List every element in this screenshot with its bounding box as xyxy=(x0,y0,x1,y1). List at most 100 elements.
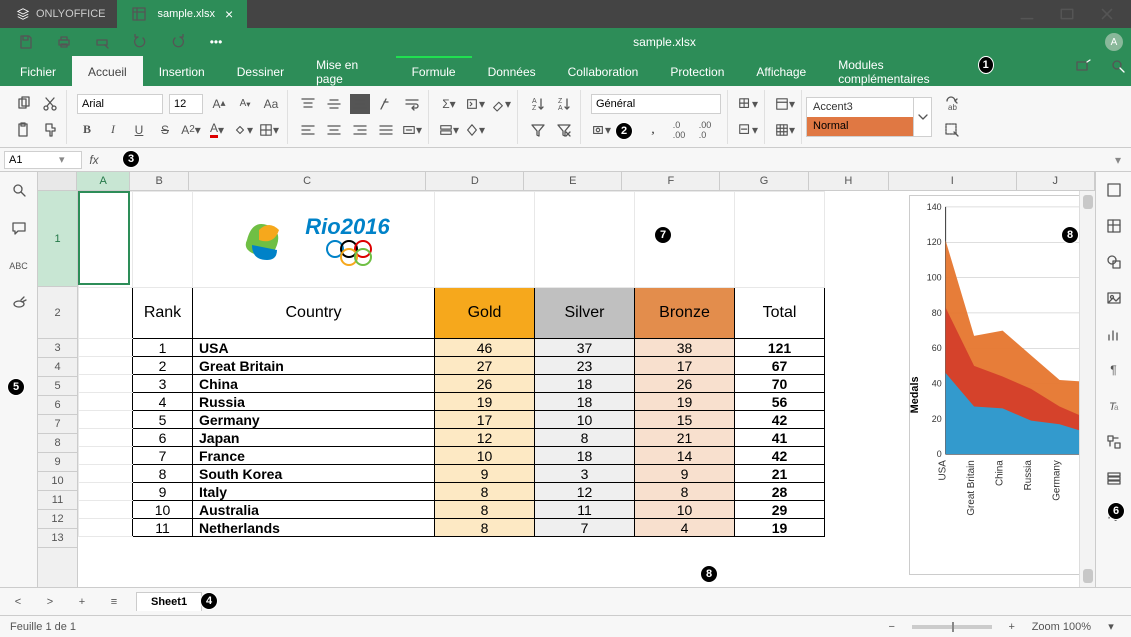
pivot-settings-icon[interactable] xyxy=(1104,432,1124,452)
name-box[interactable]: ▾ xyxy=(4,151,82,169)
table-row[interactable]: 9Italy812828 xyxy=(79,483,825,501)
fill-icon[interactable]: ▾ xyxy=(465,94,485,114)
column-header-H[interactable]: H xyxy=(809,172,889,190)
change-case-icon[interactable]: Aa xyxy=(261,94,281,114)
select-all-icon[interactable] xyxy=(942,120,962,140)
redo-icon[interactable] xyxy=(170,34,186,50)
ribbon-tab-formule[interactable]: Formule xyxy=(396,56,472,86)
zoom-in-button[interactable]: + xyxy=(1002,617,1022,637)
feedback-icon[interactable] xyxy=(9,294,29,314)
header-bronze[interactable]: Bronze xyxy=(635,288,735,339)
table-row[interactable]: 8South Korea93921 xyxy=(79,465,825,483)
ribbon-tab-données[interactable]: Données xyxy=(472,56,552,86)
open-location-icon[interactable] xyxy=(1074,56,1092,76)
format-as-table-icon[interactable]: ▾ xyxy=(775,120,795,140)
paste-icon[interactable] xyxy=(14,120,34,140)
row-header-8[interactable]: 8 xyxy=(38,434,77,453)
column-header-C[interactable]: C xyxy=(189,172,426,190)
column-header-B[interactable]: B xyxy=(130,172,189,190)
maximize-button[interactable] xyxy=(1047,0,1087,28)
named-ranges-icon[interactable]: ▾ xyxy=(439,120,459,140)
cell-reference-input[interactable] xyxy=(5,154,59,166)
insert-cells-icon[interactable]: ▾ xyxy=(738,94,758,114)
table-row[interactable]: 1USA463738121 xyxy=(79,339,825,357)
chart-settings-icon[interactable] xyxy=(1104,324,1124,344)
column-header-J[interactable]: J xyxy=(1017,172,1095,190)
row-header-13[interactable]: 13 xyxy=(38,529,77,548)
image-settings-icon[interactable] xyxy=(1104,288,1124,308)
embedded-chart[interactable]: 020406080100120140 USAGreat BritainChina… xyxy=(909,195,1095,575)
clear-filter-icon[interactable] xyxy=(554,120,574,140)
increase-font-icon[interactable]: A▴ xyxy=(209,94,229,114)
borders-icon[interactable]: ▾ xyxy=(259,120,279,140)
underline-icon[interactable]: U xyxy=(129,120,149,140)
textart-settings-icon[interactable]: Ta xyxy=(1104,396,1124,416)
orientation-icon[interactable] xyxy=(376,94,396,114)
row-header-3[interactable]: 3 xyxy=(38,339,77,358)
comma-icon[interactable]: , xyxy=(643,120,663,140)
conditional-format-icon[interactable]: ▾ xyxy=(465,120,485,140)
style-normal[interactable]: Normal xyxy=(807,117,913,136)
ribbon-tab-accueil[interactable]: Accueil xyxy=(72,56,143,86)
close-tab-icon[interactable]: × xyxy=(225,6,233,22)
close-window-button[interactable] xyxy=(1087,0,1127,28)
find-icon[interactable] xyxy=(9,180,29,200)
header-country[interactable]: Country xyxy=(193,288,435,339)
clear-icon[interactable]: ▾ xyxy=(491,94,511,114)
select-all-corner[interactable] xyxy=(38,172,77,190)
row-header-2[interactable]: 2 xyxy=(38,287,77,339)
spreadsheet-grid[interactable]: ABCDEFGHIJ 12345678910111213 Rio2016Rank… xyxy=(38,172,1095,587)
ribbon-tab-modules-complémentaires[interactable]: Modules complémentaires xyxy=(822,56,977,86)
row-header-12[interactable]: 12 xyxy=(38,510,77,529)
ribbon-tab-collaboration[interactable]: Collaboration xyxy=(552,56,655,86)
align-center-icon[interactable] xyxy=(324,120,344,140)
cell-styles-gallery[interactable]: Accent3 Normal xyxy=(806,97,914,137)
table-settings-icon[interactable] xyxy=(1104,216,1124,236)
row-header-1[interactable]: 1 xyxy=(38,191,77,287)
shape-settings-icon[interactable] xyxy=(1104,252,1124,272)
header-gold[interactable]: Gold xyxy=(435,288,535,339)
number-format-select[interactable] xyxy=(591,94,721,114)
sheet-list-button[interactable]: ≡ xyxy=(104,592,124,612)
ribbon-tab-fichier[interactable]: Fichier xyxy=(4,56,72,86)
column-header-F[interactable]: F xyxy=(622,172,720,190)
column-header-E[interactable]: E xyxy=(524,172,622,190)
column-header-G[interactable]: G xyxy=(720,172,808,190)
row-header-7[interactable]: 7 xyxy=(38,415,77,434)
font-size-input[interactable] xyxy=(169,94,203,114)
next-sheet-button[interactable]: > xyxy=(40,592,60,612)
sheet-tab[interactable]: Sheet1 xyxy=(136,592,202,611)
decrease-decimal-icon[interactable]: .0.00 xyxy=(669,120,689,140)
copy-icon[interactable] xyxy=(14,94,34,114)
medals-table[interactable]: Rio2016RankCountryGoldSilverBronzeTotal1… xyxy=(78,191,825,537)
cut-icon[interactable] xyxy=(40,94,60,114)
print-icon[interactable] xyxy=(56,34,72,50)
column-header-A[interactable]: A xyxy=(77,172,130,190)
table-row[interactable]: 2Great Britain27231767 xyxy=(79,357,825,375)
bold-icon[interactable]: B xyxy=(77,120,97,140)
wrap-text-icon[interactable] xyxy=(402,94,422,114)
table-row[interactable]: 4Russia19181956 xyxy=(79,393,825,411)
row-header-6[interactable]: 6 xyxy=(38,396,77,415)
undo-icon[interactable] xyxy=(132,34,148,50)
header-silver[interactable]: Silver xyxy=(535,288,635,339)
save-icon[interactable] xyxy=(18,34,34,50)
zoom-out-button[interactable]: − xyxy=(882,617,902,637)
zoom-slider[interactable] xyxy=(912,625,992,629)
align-bottom-icon[interactable] xyxy=(350,94,370,114)
delete-cells-icon[interactable]: ▾ xyxy=(738,120,758,140)
row-header-10[interactable]: 10 xyxy=(38,472,77,491)
subscript-icon[interactable]: A2▾ xyxy=(181,120,201,140)
ribbon-tab-dessiner[interactable]: Dessiner xyxy=(221,56,300,86)
increase-decimal-icon[interactable]: .00.0 xyxy=(695,120,715,140)
file-tab[interactable]: sample.xlsx × xyxy=(117,0,247,28)
strikethrough-icon[interactable]: S xyxy=(155,120,175,140)
minimize-button[interactable] xyxy=(1007,0,1047,28)
paragraph-settings-icon[interactable]: ¶ xyxy=(1104,360,1124,380)
ribbon-tab-protection[interactable]: Protection xyxy=(654,56,740,86)
style-dropdown-icon[interactable] xyxy=(914,97,932,137)
align-left-icon[interactable] xyxy=(298,120,318,140)
search-icon[interactable] xyxy=(1109,56,1127,76)
comments-icon[interactable] xyxy=(9,218,29,238)
header-rank[interactable]: Rank xyxy=(133,288,193,339)
